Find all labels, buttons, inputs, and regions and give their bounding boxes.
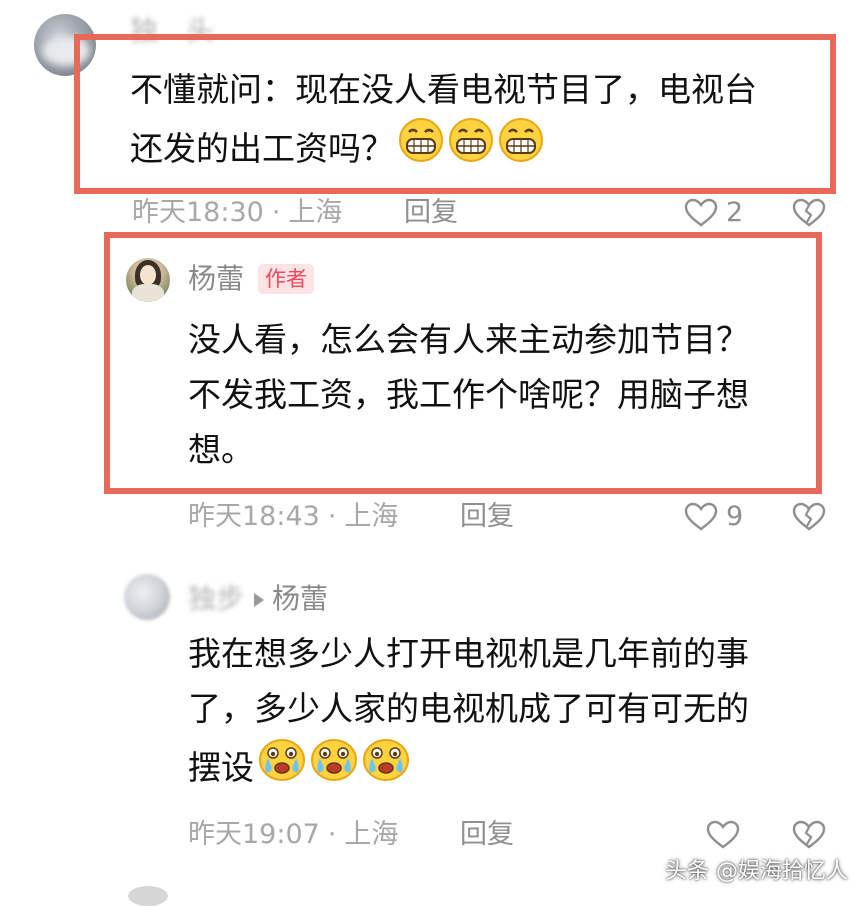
timestamp: 昨天18:30 — [132, 197, 264, 228]
comment-line: 我在想多少人打开电视机是几年前的事 — [188, 634, 749, 673]
location: 上海 — [344, 501, 399, 532]
watermark: 头条 @娱海拾忆人 — [665, 859, 848, 884]
heart-icon — [684, 502, 718, 532]
like-count: 9 — [726, 501, 744, 532]
reply-arrow-icon — [254, 593, 265, 607]
comment-text: 不懂就问：现在没人看电视节目了，电视台 还发的出工资吗？ — [130, 62, 757, 179]
grin-emoji-icon — [498, 117, 544, 179]
grin-emoji-icon — [448, 117, 494, 179]
meta-separator: · — [327, 819, 337, 850]
reply-button[interactable]: 回复 — [404, 198, 458, 228]
author-badge: 作者 — [258, 264, 314, 294]
crying-emoji-icon — [310, 736, 358, 798]
comment-line: 了，多少人家的电视机成了可有可无的 — [188, 689, 749, 728]
heart-icon — [706, 820, 740, 850]
comment-meta: 昨天18:43 · 上海 — [188, 502, 398, 532]
location: 上海 — [344, 819, 399, 850]
broken-heart-icon — [792, 820, 826, 850]
comment-text: 没人看，怎么会有人来主动参加节目？ 不发我工资，我工作个啥呢？用脑子想 想。 — [188, 312, 749, 477]
avatar[interactable] — [126, 258, 170, 302]
location: 上海 — [288, 197, 343, 228]
comment-line: 还发的出工资吗？ — [130, 128, 394, 168]
heart-icon — [684, 198, 718, 228]
timestamp: 昨天19:07 — [188, 819, 320, 850]
like-button[interactable]: 2 — [684, 198, 743, 228]
crying-emoji-icon — [362, 736, 410, 798]
meta-separator: · — [327, 501, 337, 532]
comment-line: 没人看，怎么会有人来主动参加节目？ — [188, 320, 749, 359]
like-button[interactable] — [706, 820, 740, 850]
comment-text: 我在想多少人打开电视机是几年前的事 了，多少人家的电视机成了可有可无的 摆设 — [188, 626, 749, 798]
dislike-button[interactable] — [792, 198, 826, 228]
timestamp: 昨天18:43 — [188, 501, 320, 532]
crying-emoji-icon — [258, 736, 306, 798]
grin-emoji-icon — [398, 117, 444, 179]
comment-line: 不懂就问：现在没人看电视节目了，电视台 — [130, 70, 757, 109]
reply-button[interactable]: 回复 — [460, 502, 514, 532]
comment-line: 摆设 — [188, 747, 254, 787]
like-button[interactable]: 9 — [684, 502, 743, 532]
comment-username[interactable]: 杨蕾 — [188, 264, 244, 294]
comment-username[interactable]: 独步 — [188, 582, 244, 615]
comment-meta: 昨天18:30 · 上海 — [132, 198, 342, 228]
like-count: 2 — [726, 197, 744, 228]
comment-line: 不发我工资，我工作个啥呢？用脑子想 — [188, 375, 749, 414]
dislike-button[interactable] — [792, 820, 826, 850]
comment-meta: 昨天19:07 · 上海 — [188, 820, 398, 850]
avatar — [128, 886, 168, 906]
comment-line: 想。 — [188, 430, 254, 469]
avatar[interactable] — [124, 574, 170, 620]
broken-heart-icon — [792, 198, 826, 228]
reply-header: 独步 杨蕾 — [188, 584, 328, 614]
broken-heart-icon — [792, 502, 826, 532]
dislike-button[interactable] — [792, 502, 826, 532]
reply-target-username[interactable]: 杨蕾 — [272, 582, 328, 615]
reply-button[interactable]: 回复 — [460, 820, 514, 850]
meta-separator: · — [271, 197, 281, 228]
